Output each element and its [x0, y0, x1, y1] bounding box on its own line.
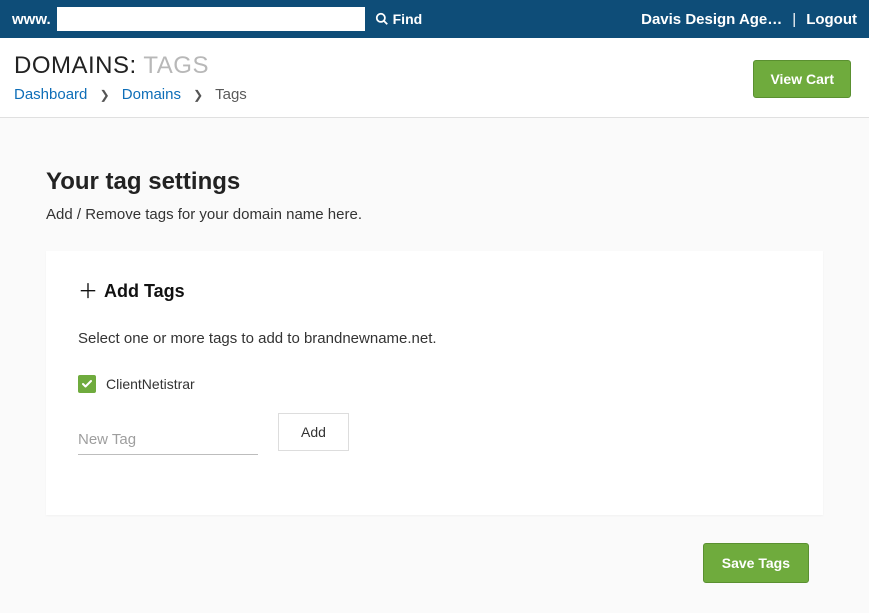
- new-tag-input[interactable]: [78, 425, 258, 455]
- find-button[interactable]: Find: [375, 11, 423, 27]
- tag-row: ClientNetistrar: [78, 375, 791, 393]
- plus-icon: ＋: [78, 282, 98, 302]
- chevron-right-icon: ❯: [193, 88, 203, 102]
- domain-search-input[interactable]: [57, 7, 365, 31]
- tag-label: ClientNetistrar: [106, 376, 195, 392]
- subheader: DOMAINS: TAGS Dashboard ❯ Domains ❯ Tags…: [0, 38, 869, 118]
- section-subtitle: Add / Remove tags for your domain name h…: [46, 206, 823, 223]
- add-tags-header: ＋ Add Tags: [78, 281, 791, 302]
- content-area: Your tag settings Add / Remove tags for …: [0, 118, 869, 613]
- find-button-label: Find: [393, 11, 423, 27]
- page-title-strong: DOMAINS:: [14, 52, 137, 79]
- breadcrumb-dashboard[interactable]: Dashboard: [14, 86, 87, 103]
- breadcrumb-current: Tags: [215, 86, 247, 103]
- section-title: Your tag settings: [46, 168, 823, 196]
- topbar-separator: |: [792, 11, 796, 28]
- page-title-muted: TAGS: [143, 52, 209, 79]
- add-tags-card: ＋ Add Tags Select one or more tags to ad…: [46, 251, 823, 515]
- add-tag-button[interactable]: Add: [278, 413, 349, 451]
- view-cart-button[interactable]: View Cart: [753, 60, 851, 98]
- topbar: www. Find Davis Design Age… | Logout: [0, 0, 869, 38]
- footer-actions: Save Tags: [46, 543, 823, 583]
- account-name-link[interactable]: Davis Design Age…: [641, 11, 782, 28]
- search-icon: [375, 12, 389, 26]
- page-title: DOMAINS: TAGS: [14, 52, 855, 80]
- www-prefix-label: www.: [12, 11, 51, 28]
- save-tags-button[interactable]: Save Tags: [703, 543, 809, 583]
- topbar-right: Davis Design Age… | Logout: [641, 11, 857, 28]
- tag-checkbox[interactable]: [78, 375, 96, 393]
- breadcrumb: Dashboard ❯ Domains ❯ Tags: [14, 86, 855, 103]
- card-description: Select one or more tags to add to brandn…: [78, 330, 791, 347]
- check-icon: [81, 378, 93, 390]
- logout-link[interactable]: Logout: [806, 11, 857, 28]
- new-tag-row: Add: [78, 417, 791, 455]
- add-tags-header-label: Add Tags: [104, 281, 185, 302]
- chevron-right-icon: ❯: [100, 88, 110, 102]
- breadcrumb-domains[interactable]: Domains: [122, 86, 181, 103]
